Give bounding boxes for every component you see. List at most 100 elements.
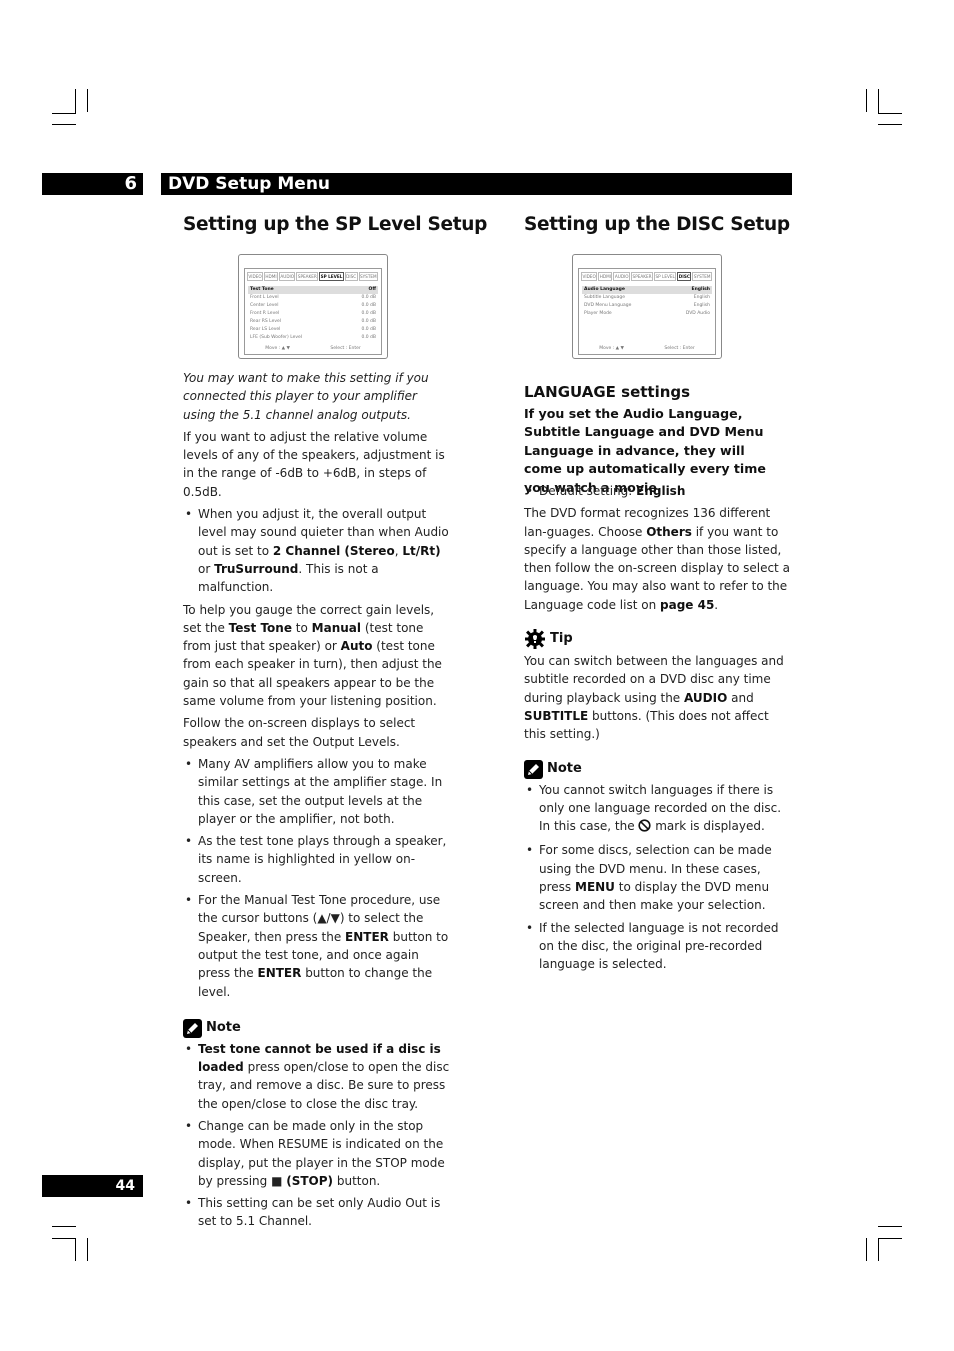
osd-tab: AUDIO <box>279 272 296 281</box>
osd-tab: AUDIO <box>613 272 631 281</box>
list-item: • When you adjust it, the overall output … <box>185 507 449 595</box>
chapter-title: DVD Setup Menu <box>161 173 792 195</box>
osd-row-label: Front L Level <box>250 295 279 300</box>
osd-tab: VIDEO <box>581 272 598 281</box>
osd-footer: Move : ▲ ▼ Select : Enter <box>245 346 381 351</box>
list-item: • For the Manual Test Tone procedure, use… <box>185 893 449 999</box>
osd-row: Player Mode DVD Audio <box>582 310 712 318</box>
osd-footer: Move : ▲ ▼ Select : Enter <box>579 346 715 351</box>
osd-row-label: Player Mode <box>584 311 612 316</box>
osd-row-value: 0.0 dB <box>361 327 376 332</box>
crop-mark <box>52 1238 76 1239</box>
osd-row-value: 0.0 dB <box>361 295 376 300</box>
note-pencil-icon <box>524 759 543 779</box>
tip-text: You can switch between the languages and… <box>524 654 784 742</box>
osd-row-value: DVD Audio <box>685 311 710 316</box>
crop-mark <box>878 1238 879 1261</box>
crop-mark <box>878 124 902 125</box>
tip-heading: Tip <box>524 628 794 650</box>
crop-mark <box>87 1238 88 1261</box>
osd-row: Subtitle Language English <box>582 294 712 302</box>
osd-row: Rear LS Level 0.0 dB <box>248 326 378 334</box>
osd-row: Front L Level 0.0 dB <box>248 294 378 302</box>
osd-row-label: Subtitle Language <box>584 295 626 300</box>
osd-tab: HDMI <box>264 272 279 281</box>
crop-mark <box>866 1238 867 1261</box>
intro-text: You may want to make this setting if you… <box>183 371 429 422</box>
osd-tabs: VIDEO HDMI AUDIO SPEAKER SP LEVEL DISC SYSTEM <box>247 272 379 281</box>
osd-move-hint: Move : ▲ ▼ <box>599 346 624 351</box>
chapter-number: 6 <box>42 173 143 195</box>
osd-row-label: Test Tone <box>250 287 274 292</box>
left-column: You may want to make this setting if you… <box>183 369 451 1235</box>
osd-row-value: 0.0 dB <box>361 303 376 308</box>
osd-rows: Test Tone Off Front L Level 0.0 dB Center Le… <box>248 286 378 342</box>
list-item: • You cannot switch languages if there is… <box>524 781 794 838</box>
osd-row: Front R Level 0.0 dB <box>248 310 378 318</box>
sp-level-osd-screenshot: VIDEO HDMI AUDIO SPEAKER SP LEVEL DISC SYSTEM … <box>238 254 388 359</box>
osd-row-value: English <box>693 303 710 308</box>
right-section-title: Setting up the DISC Setup <box>524 214 790 235</box>
range-paragraph: If you want to adjust the relative volum… <box>183 429 445 499</box>
gain-paragraph: To help you gauge the correct gain level… <box>183 602 442 709</box>
osd-row-value: 0.0 dB <box>361 311 376 316</box>
osd-row: Audio Language English <box>582 286 712 294</box>
prohibited-icon <box>638 819 652 837</box>
osd-tab: DISC <box>344 272 358 281</box>
osd-row: Test Tone Off <box>248 286 378 294</box>
follow-paragraph: Follow the on-screen displays to select … <box>183 716 416 749</box>
crop-mark <box>87 89 88 112</box>
tip-lightbulb-icon <box>524 628 546 650</box>
right-column: • Default setting: English The DVD format… <box>524 482 794 978</box>
osd-tab: SYSTEM <box>358 272 379 281</box>
osd-tab: SP LEVEL <box>319 272 344 281</box>
crop-mark <box>878 89 879 114</box>
list-item: • Test tone cannot be used if a disc is l… <box>185 1041 450 1111</box>
osd-tab: SYSTEM <box>692 272 713 281</box>
osd-tab: DISC <box>677 272 692 281</box>
osd-select-hint: Select : Enter <box>664 346 695 351</box>
note-heading: Note <box>524 759 794 779</box>
list-item: • As the test tone plays through a speake… <box>185 834 447 885</box>
osd-row-label: Audio Language <box>584 287 625 292</box>
osd-row-value: English <box>693 295 710 300</box>
osd-rows: Audio Language English Subtitle Language En… <box>582 286 712 318</box>
osd-tab: VIDEO <box>247 272 264 281</box>
crop-mark <box>52 113 76 114</box>
osd-row: Center Level 0.0 dB <box>248 302 378 310</box>
list-item: • This setting can be set only Audio Out … <box>185 1196 441 1229</box>
crop-mark <box>866 89 867 112</box>
osd-row: Rear RS Level 0.0 dB <box>248 318 378 326</box>
osd-tab: HDMI <box>598 272 613 281</box>
list-item: • Many AV amplifiers allow you to make si… <box>185 756 443 826</box>
osd-tab: SPEAKER <box>631 272 654 281</box>
osd-row-value: 0.0 dB <box>361 335 376 340</box>
osd-row-label: LFE (Sub Woofer) Level <box>250 335 303 340</box>
crop-mark <box>52 1226 76 1227</box>
osd-row-value: 0.0 dB <box>361 319 376 324</box>
osd-move-hint: Move : ▲ ▼ <box>265 346 290 351</box>
osd-row-label: DVD Menu Language <box>584 303 632 308</box>
crop-mark <box>75 89 76 114</box>
osd-tabs: VIDEO HDMI AUDIO SPEAKER SP LEVEL DISC SYSTEM <box>581 272 713 281</box>
osd-tab: SP LEVEL <box>654 272 677 281</box>
osd-row-value: Off <box>368 287 376 292</box>
crop-mark <box>878 113 902 114</box>
osd-row: DVD Menu Language English <box>582 302 712 310</box>
crop-mark <box>878 1238 902 1239</box>
list-item: • Default setting: English <box>526 484 686 498</box>
crop-mark <box>878 1226 902 1227</box>
disc-osd-screenshot: VIDEO HDMI AUDIO SPEAKER SP LEVEL DISC SYSTEM … <box>572 254 722 359</box>
left-section-title: Setting up the SP Level Setup <box>183 214 488 235</box>
osd-row-label: Rear LS Level <box>250 327 281 332</box>
language-settings-heading: LANGUAGE settings <box>524 383 691 401</box>
note-heading: Note <box>183 1018 451 1038</box>
osd-row: LFE (Sub Woofer) Level 0.0 dB <box>248 334 378 342</box>
osd-tab: SPEAKER <box>296 272 319 281</box>
list-item: • Change can be made only in the stop mod… <box>185 1118 445 1188</box>
crop-mark <box>75 1238 76 1261</box>
osd-row-label: Rear RS Level <box>250 319 282 324</box>
osd-row-label: Front R Level <box>250 311 280 316</box>
note-pencil-icon <box>183 1018 202 1038</box>
page-number: 44 <box>42 1175 143 1197</box>
